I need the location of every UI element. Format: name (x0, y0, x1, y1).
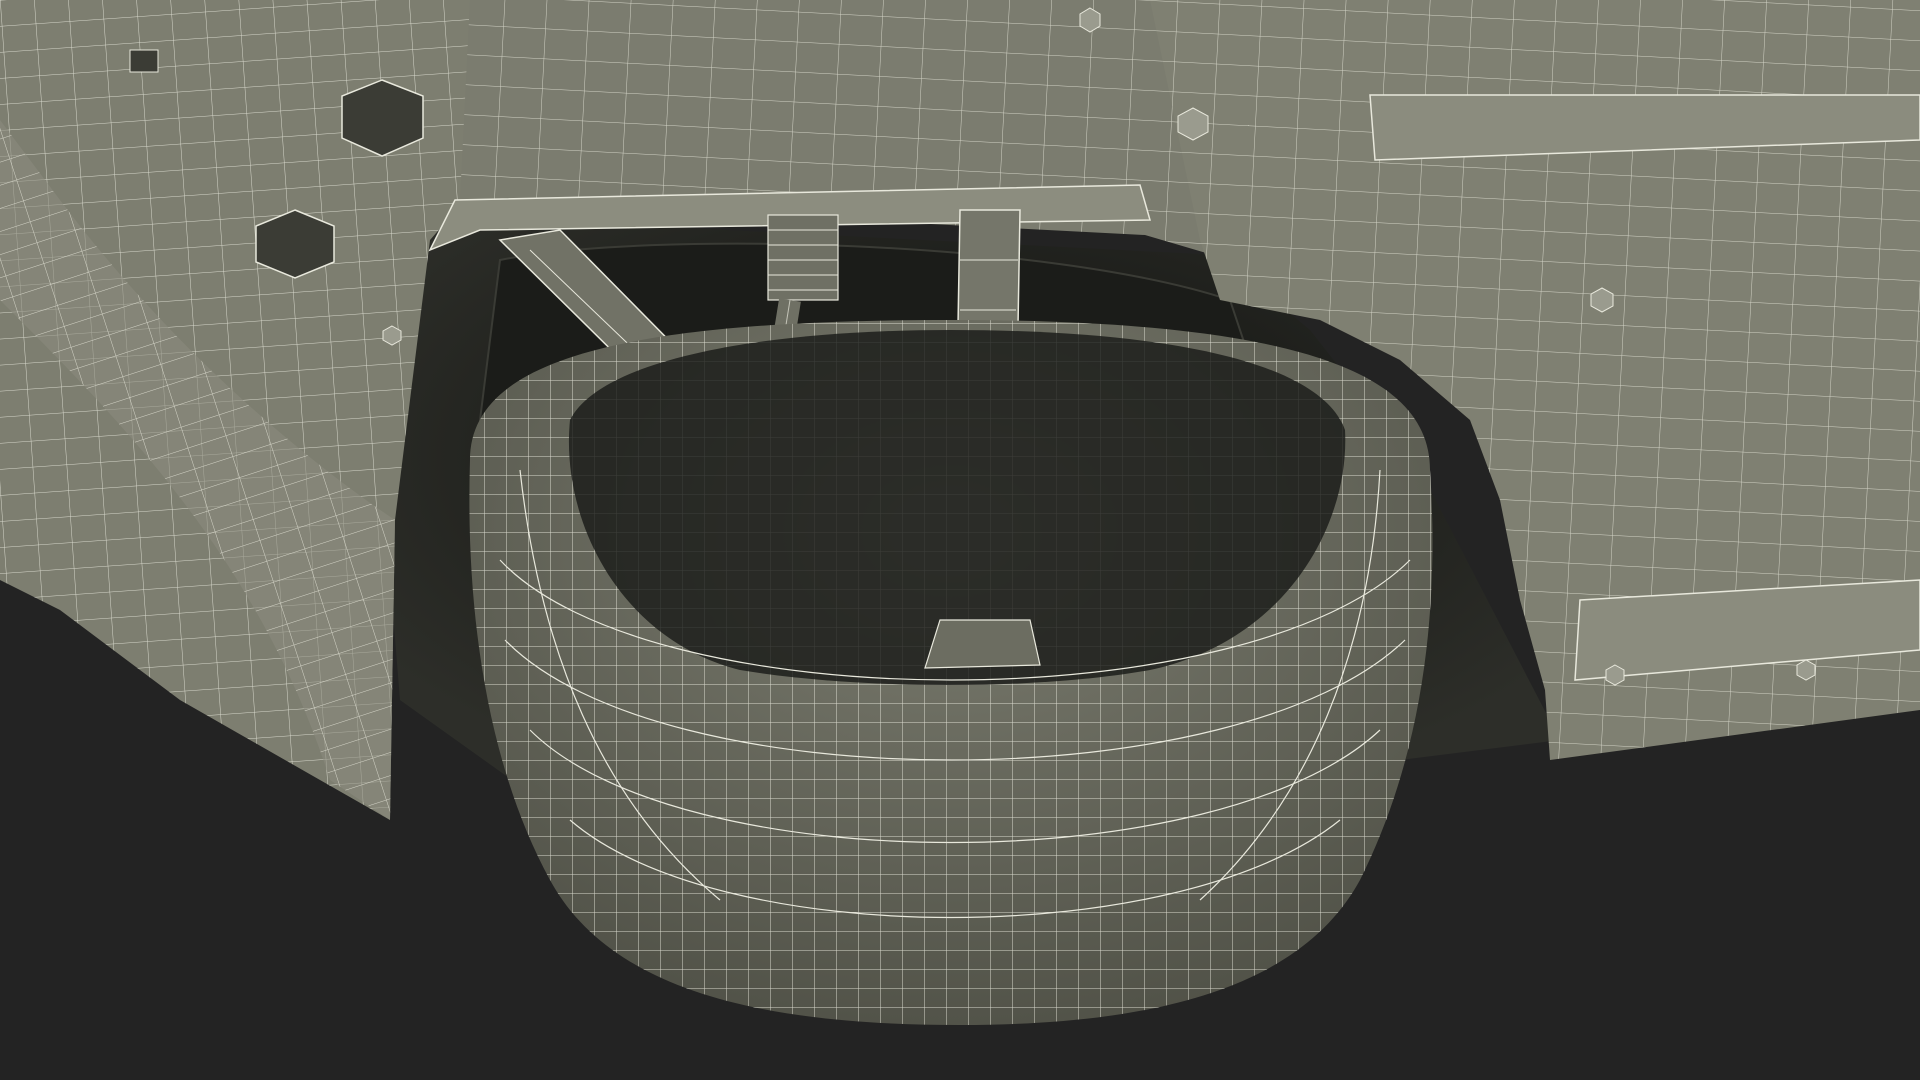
tire (469, 320, 1433, 1025)
render-viewport (0, 0, 1920, 1080)
strut-foot (924, 619, 1041, 669)
square-hole (129, 49, 159, 73)
wireframe-render (0, 0, 1920, 1080)
bolt-icon (1796, 659, 1816, 681)
bolt-icon (1605, 664, 1625, 686)
